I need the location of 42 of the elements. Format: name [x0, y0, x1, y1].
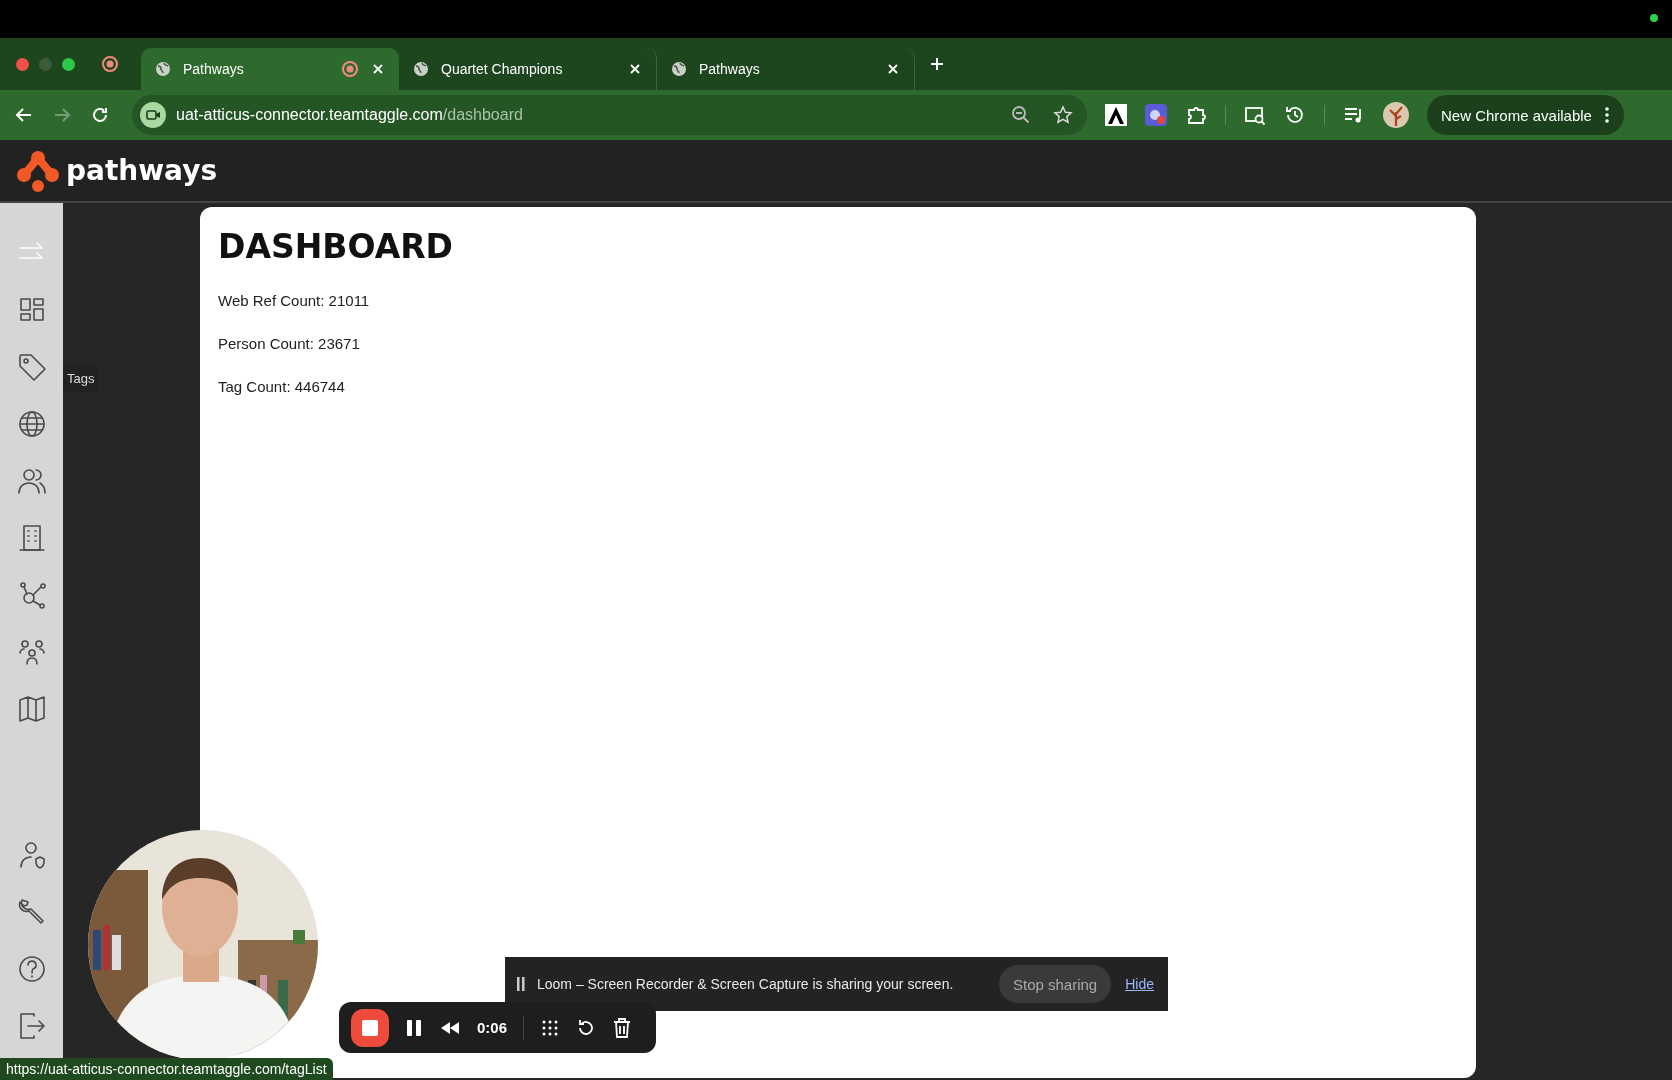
pause-icon[interactable]	[405, 1017, 423, 1038]
star-icon[interactable]	[1053, 105, 1073, 125]
maximize-window-button[interactable]	[62, 57, 75, 71]
logo-icon	[16, 148, 60, 193]
new-tab-icon[interactable]	[929, 56, 945, 72]
stat-text: Person Count: 23671	[218, 335, 361, 352]
drag-handle-icon[interactable]	[517, 977, 525, 991]
stat-text: Web Ref Count: 21011	[218, 292, 371, 309]
camera-indicator-icon	[1650, 14, 1658, 22]
address-bar[interactable]: uat-atticus-connector.teamtaggle.com/dashboard	[132, 95, 1087, 135]
close-tab-icon[interactable]	[628, 62, 642, 76]
puzzle-icon[interactable]	[1185, 104, 1207, 126]
zoom-out-icon[interactable]	[1011, 105, 1031, 125]
globe-icon	[413, 61, 429, 77]
trash-icon[interactable]	[612, 1016, 633, 1039]
tooltip: Tags	[63, 365, 99, 392]
globe-icon	[671, 61, 687, 77]
url-text: uat-atticus-connector.teamtaggle.com/dashboard	[176, 106, 523, 124]
more-icon	[1603, 106, 1610, 124]
history-icon[interactable]	[1284, 104, 1306, 126]
stop-sharing-button[interactable]: Stop sharing	[998, 965, 1112, 1003]
stop-recording-icon[interactable]	[351, 1008, 389, 1047]
stat-text: Tag Count: 446744	[218, 378, 346, 395]
close-tab-icon[interactable]	[886, 62, 900, 76]
browser-tab[interactable]: Pathways	[141, 48, 399, 90]
profile-avatar-icon[interactable]	[1383, 102, 1409, 128]
reload-icon[interactable]	[90, 105, 110, 125]
close-tab-icon[interactable]	[371, 62, 385, 76]
update-button[interactable]: New Chrome available	[1427, 95, 1624, 135]
sharing-message: Loom – Screen Recorder & Screen Capture is sharing your screen.	[537, 976, 955, 992]
reading-search-icon[interactable]	[1244, 104, 1266, 126]
recording-icon	[101, 55, 119, 73]
close-window-button[interactable]	[16, 57, 29, 71]
globe-icon	[155, 61, 171, 77]
app-logo: pathways	[66, 154, 218, 187]
page-title: DASHBOARD	[218, 227, 454, 266]
recording-timer: 0:06	[477, 1019, 508, 1036]
hide-link[interactable]: Hide	[1125, 976, 1154, 992]
rewind-icon[interactable]	[439, 1019, 461, 1036]
camera-icon	[140, 102, 166, 128]
extension-icon[interactable]	[1105, 104, 1127, 126]
status-url: https://uat-atticus-connector.teamtaggle.com/tagList	[0, 1058, 333, 1080]
